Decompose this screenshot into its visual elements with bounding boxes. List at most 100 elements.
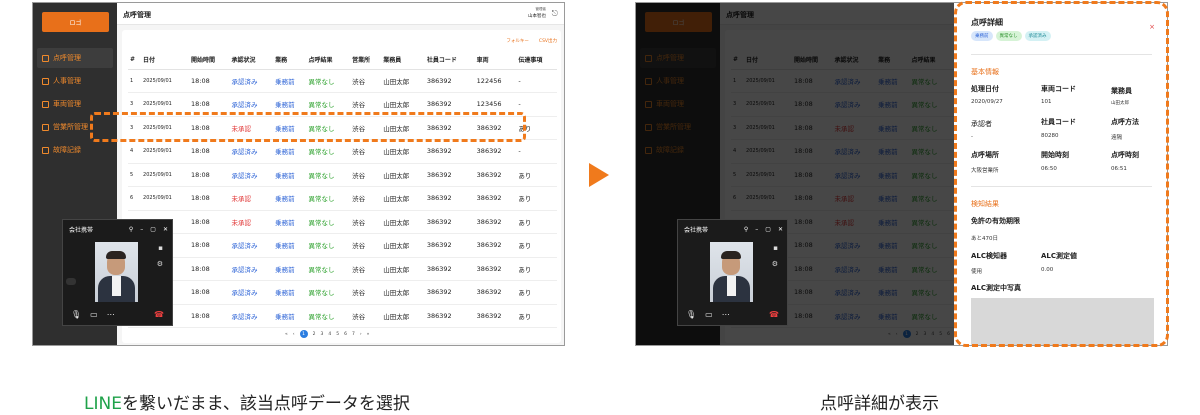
column-header: 車両 [474,51,517,70]
maximize-icon[interactable]: ▢ [765,226,771,233]
table-row[interactable]: 62025/09/0118:08未承認乗務前異常なし渋谷山田太郎38639238… [128,186,557,211]
table-cell: 18:08 [189,304,230,328]
hang-up-icon[interactable]: ☎ [769,310,779,319]
table-cell: 122456 [474,69,517,93]
user-role: 管理者 [535,7,547,11]
page-button[interactable]: » [367,332,370,337]
page-button[interactable]: 3 [320,332,323,337]
page-button[interactable]: 7 [352,332,355,337]
table-cell: 乗務前 [273,233,307,258]
table-row[interactable]: 42025/09/0118:08承認済み乗務前異常なし渋谷山田太郎3863923… [128,139,557,164]
column-header: 伝達事項 [516,51,557,70]
page-button[interactable]: 6 [344,332,347,337]
video-camera-icon[interactable]: ▭ [90,310,98,319]
page-button[interactable]: 5 [336,332,339,337]
table-cell: 386392 [424,139,475,164]
sidebar-item-label: 故障記録 [53,146,81,154]
table-cell: 異常なし [306,163,351,187]
table-cell: 異常なし [306,139,351,164]
follow-link[interactable]: フォルキー [506,38,529,44]
layout-icon[interactable]: ▪ [773,244,778,252]
table-cell: 異常なし [306,257,351,281]
minimize-icon[interactable]: – [755,226,758,233]
table-cell: 386392 [424,69,475,93]
building-icon [42,123,49,131]
table-cell: 山田太郎 [381,69,425,93]
minimize-icon[interactable]: – [140,226,143,233]
table-row[interactable]: 102025/09/0118:08承認済み乗務前異常なし渋谷山田太郎386392… [128,280,557,305]
microphone-icon[interactable]: 🎙 [71,310,81,319]
table-cell: 18:08 [189,233,230,258]
csv-export-link[interactable]: CSV出力 [539,38,557,44]
sidebar-item-roll-call[interactable]: 点呼管理 [37,48,113,68]
more-icon[interactable]: ⋯ [107,310,115,319]
logout-icon[interactable]: ⎋ [552,9,558,19]
table-cell: 2025/09/01 [141,163,190,187]
table-cell: 承認済み [229,163,274,187]
sidebar-item-hr[interactable]: 人事管理 [37,71,113,91]
page-button[interactable]: 2 [313,332,316,337]
chat-icon[interactable] [66,278,76,285]
table-cell: 渋谷 [350,163,382,187]
table-row[interactable]: 112025/09/0118:08承認済み乗務前異常なし渋谷山田太郎386392… [128,304,557,328]
video-call-title: 会社携帯 [69,226,94,234]
page-button[interactable]: › [360,332,362,337]
table-row[interactable]: 82025/09/0118:08承認済み乗務前異常なし渋谷山田太郎3863923… [128,233,557,258]
page-button[interactable]: 1 [299,330,308,338]
table-cell: 18:08 [189,257,230,281]
column-header: 業務員 [381,51,425,70]
card-actions: フォルキー CSV出力 [506,38,557,44]
table-row[interactable]: 72025/09/0118:08未承認乗務前異常なし渋谷山田太郎38639238… [128,210,557,234]
table-cell: 乗務前 [273,210,307,234]
hang-up-icon[interactable]: ☎ [154,310,164,319]
table-cell: 渋谷 [350,233,382,258]
sidebar-item-label: 車両管理 [53,100,81,108]
table-cell: 18:08 [189,186,230,211]
table-cell: あり [516,257,557,281]
table-cell: 山田太郎 [381,186,425,211]
table-cell: 承認済み [229,304,274,328]
table-cell: 異常なし [306,186,351,211]
table-cell: 未承認 [229,186,274,211]
sidebar-item-failures[interactable]: 故障記録 [37,140,113,160]
table-cell: 山田太郎 [381,280,425,305]
layout-icon[interactable]: ▪ [158,244,163,252]
arrow-right-icon [589,163,609,187]
video-call-window[interactable]: 会社携帯 ⚲ – ▢ ✕ ▪ ⚙ 🎙 ▭ ⋯ ☎ [62,219,173,326]
sidebar-item-vehicles[interactable]: 車両管理 [37,94,113,114]
table-cell: 5 [128,163,142,187]
microphone-icon[interactable]: 🎙 [686,310,696,319]
close-icon[interactable]: ✕ [778,226,783,233]
camera-feed [95,242,138,302]
table-row[interactable]: 92025/09/0118:08承認済み乗務前異常なし渋谷山田太郎3863923… [128,257,557,281]
table-body: 12025/09/0118:08承認済み乗務前異常なし渋谷山田太郎3863921… [128,69,557,328]
close-icon[interactable]: ✕ [163,226,168,233]
maximize-icon[interactable]: ▢ [150,226,156,233]
table-cell: 386392 [424,304,475,328]
page-button[interactable]: « [285,332,288,337]
table-cell: 386392 [474,257,517,281]
caption-line-word: LINE [84,394,122,414]
table-cell: あり [516,186,557,211]
table-row[interactable]: 12025/09/0118:08承認済み乗務前異常なし渋谷山田太郎3863921… [128,69,557,93]
video-call-window[interactable]: 会社携帯 ⚲ – ▢ ✕ ▪ ⚙ 🎙 ▭ ⋯ ☎ [677,219,788,326]
pin-icon[interactable]: ⚲ [744,226,748,233]
video-camera-icon[interactable]: ▭ [705,310,713,319]
table-cell: 386392 [424,233,475,258]
user-info: 管理者 山本智也 [528,7,546,19]
pin-icon[interactable]: ⚲ [129,226,133,233]
table-cell: - [516,69,557,93]
table-row[interactable]: 52025/09/0118:08承認済み乗務前異常なし渋谷山田太郎3863923… [128,163,557,187]
page-button[interactable]: ‹ [293,332,295,337]
logo: ロゴ [42,12,109,32]
gear-icon[interactable]: ⚙ [157,260,163,268]
main-area: 点呼管理 管理者 山本智也 ⎋ フォルキー CSV出力 # 日付 開始時間 承認状況業… [117,3,564,345]
table-cell: 乗務前 [273,139,307,164]
page-button[interactable]: 4 [328,332,331,337]
more-icon[interactable]: ⋯ [722,310,730,319]
table-cell: 乗務前 [273,257,307,281]
gear-icon[interactable]: ⚙ [772,260,778,268]
table-cell: 6 [128,186,142,211]
person-icon [42,77,49,85]
table-cell: 山田太郎 [381,304,425,328]
